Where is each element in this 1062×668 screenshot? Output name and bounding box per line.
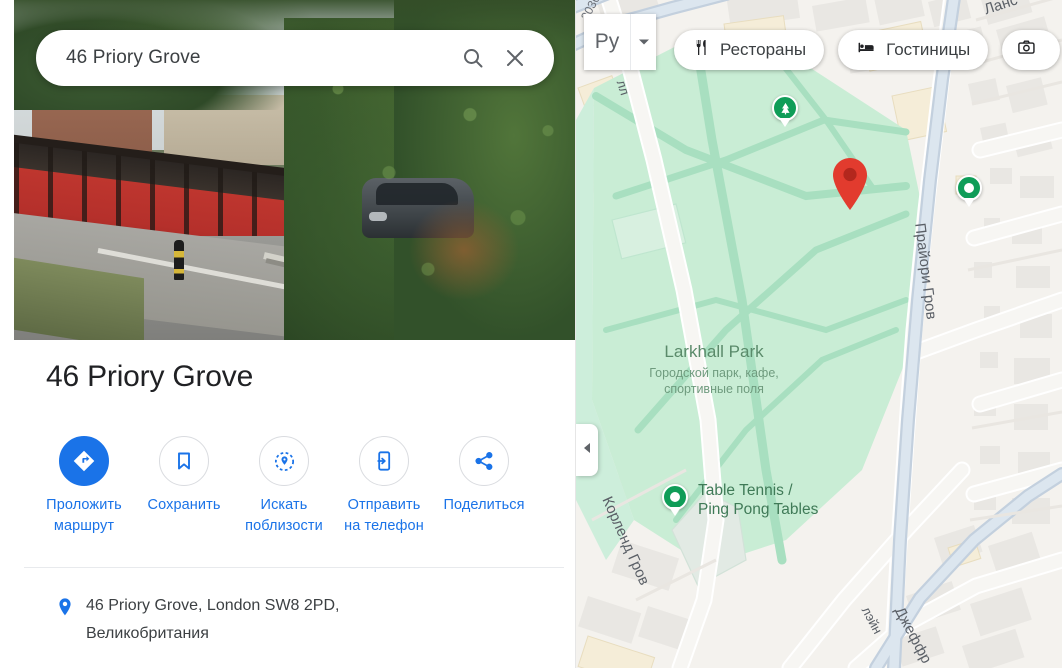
panel-divider <box>24 567 564 568</box>
chevron-left-icon <box>583 441 591 459</box>
camera-icon <box>1016 38 1037 62</box>
map-tiles <box>576 0 1062 668</box>
chevron-down-icon[interactable] <box>630 14 656 70</box>
place-pin-icon <box>54 596 76 623</box>
chip-restaurants[interactable]: Рестораны <box>674 30 825 70</box>
hotel-icon <box>856 38 877 62</box>
google-maps-app: 46 Priory Grove 46 Priory Grove Проложит… <box>0 0 1062 668</box>
send-to-phone-button[interactable]: Отправить на телефон <box>334 436 434 537</box>
category-chips: Рестораны Гостиницы <box>674 30 1061 70</box>
place-details-panel: 46 Priory Grove 46 Priory Grove Проложит… <box>0 0 576 668</box>
bookmark-icon <box>159 436 209 486</box>
map-canvas[interactable]: 3036 Прайори Гров Корленд Гров Джеффр Ла… <box>576 0 1062 668</box>
address-row[interactable]: 46 Priory Grove, London SW8 2PD, Великоб… <box>46 592 546 647</box>
restaurant-icon <box>692 38 711 62</box>
collapse-panel-button[interactable] <box>576 424 598 476</box>
nearby-search-button[interactable]: Искать поблизости <box>234 436 334 537</box>
directions-button[interactable]: Проложить маршрут <box>34 436 134 537</box>
save-label: Сохранить <box>147 497 221 513</box>
directions-icon <box>59 436 109 486</box>
send-to-phone-icon <box>359 436 409 486</box>
nearby-search-icon <box>259 436 309 486</box>
share-button[interactable]: Поделиться <box>434 436 534 516</box>
chip-photos[interactable] <box>1002 30 1061 70</box>
chip-restaurants-label: Рестораны <box>720 40 807 59</box>
currency-selector[interactable]: Рy <box>584 14 656 70</box>
address-text: 46 Priory Grove, London SW8 2PD, Великоб… <box>86 597 340 642</box>
search-bar[interactable]: 46 Priory Grove <box>36 30 554 86</box>
directions-label: Проложить маршрут <box>46 497 122 535</box>
close-icon[interactable] <box>494 37 536 79</box>
send-to-phone-label: Отправить на телефон <box>344 497 424 535</box>
page-title: 46 Priory Grove <box>46 360 254 393</box>
search-input[interactable]: 46 Priory Grove <box>66 47 452 69</box>
chip-hotels[interactable]: Гостиницы <box>838 30 989 70</box>
search-icon[interactable] <box>452 37 494 79</box>
share-label: Поделиться <box>443 497 525 513</box>
currency-label: Рy <box>594 30 620 53</box>
chip-hotels-label: Гостиницы <box>886 40 971 59</box>
nearby-search-label: Искать поблизости <box>245 497 323 535</box>
action-buttons: Проложить маршрут Сохранить Искать побли… <box>34 436 574 537</box>
share-icon <box>459 436 509 486</box>
photo-bollard <box>174 240 184 280</box>
save-button[interactable]: Сохранить <box>134 436 234 516</box>
